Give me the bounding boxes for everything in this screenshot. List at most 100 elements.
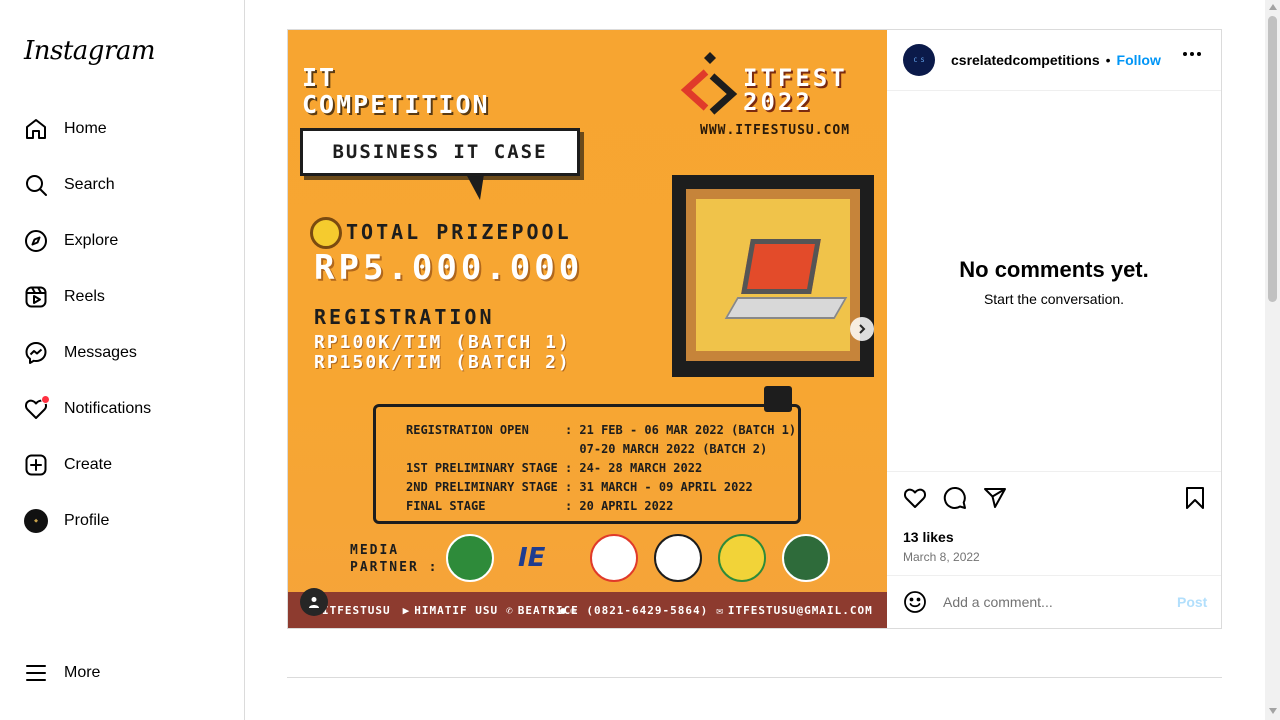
prize-amount: RP5.000.000	[314, 248, 584, 288]
tagged-users-button[interactable]	[300, 588, 328, 616]
laptop-illustration	[672, 175, 874, 377]
messenger-icon	[25, 342, 47, 364]
footer-whatsapp: BEATRICE (0821-6429-5864)	[517, 603, 709, 617]
poster-title-line2: COMPETITION	[302, 90, 490, 119]
svg-text:IE: IE	[518, 543, 546, 573]
empty-comments-subtitle: Start the conversation.	[983, 291, 1125, 307]
instagram-logo[interactable]: Instagram	[24, 36, 156, 66]
sidebar-item-more[interactable]: More	[24, 653, 100, 693]
info-event-logo-icon: IE	[518, 543, 546, 573]
sidebar-item-label: Profile	[64, 512, 110, 529]
sidebar-item-reels[interactable]: Reels	[24, 277, 105, 317]
empty-comments: No comments yet. Start the conversation.	[887, 257, 1221, 307]
chevron-right-icon	[859, 324, 866, 334]
laptop-backdrop	[686, 189, 860, 361]
post-dialog: IT COMPETITION BUSINESS IT CASE ITFEST 2…	[287, 29, 1222, 629]
sidebar-item-label: Reels	[64, 288, 105, 305]
festival-website: WWW.ITFESTUSU.COM	[700, 123, 851, 138]
partner-logo	[718, 534, 766, 582]
feed-divider	[287, 677, 1222, 678]
schedule-box: REGISTRATION OPEN : 21 FEB - 06 MAR 2022…	[373, 404, 801, 524]
home-icon	[26, 119, 46, 139]
comment-input[interactable]	[943, 594, 1163, 610]
footer-email: ITFESTUSU@GMAIL.COM	[727, 603, 873, 617]
registration-label: REGISTRATION	[314, 305, 495, 329]
sidebar-item-label: Search	[64, 176, 115, 193]
user-icon	[309, 597, 319, 608]
poster-speech-bubble: BUSINESS IT CASE	[300, 128, 580, 176]
empty-comments-title: No comments yet.	[959, 257, 1149, 282]
partner-logo	[446, 534, 494, 582]
author-username[interactable]: csrelatedcompetitions	[951, 52, 1100, 68]
comment-icon[interactable]	[943, 486, 967, 510]
carousel-next-button[interactable]	[850, 317, 874, 341]
sidebar-item-profile[interactable]: ◆ Profile	[24, 501, 109, 541]
sidebar-item-label: Notifications	[64, 400, 152, 417]
share-icon[interactable]	[983, 486, 1007, 510]
partner-logo	[654, 534, 702, 582]
like-heart-icon[interactable]	[903, 486, 927, 510]
scroll-up-arrow-icon[interactable]	[1269, 4, 1277, 10]
plus-square-icon	[25, 454, 47, 476]
schedule-row: 07-20 MARCH 2022 (BATCH 2)	[406, 442, 768, 456]
follow-button[interactable]: Follow	[1117, 52, 1161, 68]
media-partner-line1: MEDIA	[350, 543, 400, 558]
festival-year: 2022	[743, 88, 813, 116]
notification-badge-dot	[41, 395, 50, 404]
likes-count[interactable]: 13 likes	[903, 529, 954, 545]
sidebar-item-label: Create	[64, 456, 113, 473]
sidebar-item-label: Home	[64, 120, 107, 137]
bookmark-icon[interactable]	[1183, 486, 1207, 510]
festival-name-line1: ITFEST	[743, 64, 848, 92]
media-partner-label: MEDIA PARTNER :	[350, 542, 438, 576]
sidebar-item-search[interactable]: Search	[24, 165, 115, 205]
footer-instagram: ITFESTUSU	[322, 603, 391, 617]
reels-icon	[25, 286, 47, 308]
carousel-dot	[570, 608, 576, 614]
avatar: ◆	[24, 509, 48, 533]
footer-youtube: HIMATIF USU	[414, 603, 499, 617]
page-scrollbar[interactable]	[1265, 0, 1280, 720]
carousel-dot	[560, 608, 566, 614]
partner-logo	[590, 534, 638, 582]
avatar[interactable]: C S	[903, 44, 935, 76]
search-icon	[26, 175, 47, 196]
schedule-row: FINAL STAGE : 20 APRIL 2022	[406, 499, 674, 513]
itfest-logo-icon	[680, 52, 738, 115]
festival-name: ITFEST 2022	[743, 66, 848, 114]
sidebar-item-explore[interactable]: Explore	[24, 221, 118, 261]
mail-icon: ✉	[716, 603, 724, 617]
separator-dot: •	[1105, 52, 1111, 68]
heart-icon-wrap	[24, 395, 50, 421]
schedule-row: 1ST PRELIMINARY STAGE : 24- 28 MARCH 202…	[406, 461, 703, 475]
post-header: C S csrelatedcompetitions • Follow	[887, 30, 1221, 91]
prize-label: TOTAL PRIZEPOOL	[346, 220, 572, 244]
sidebar-item-create[interactable]: Create	[24, 445, 112, 485]
sidebar-item-label: More	[64, 664, 101, 681]
sidebar-item-messages[interactable]: Messages	[24, 333, 137, 373]
laptop-screen	[741, 239, 821, 294]
hamburger-menu-icon	[26, 665, 46, 681]
comment-form: Post	[887, 575, 1221, 628]
compass-icon	[25, 230, 47, 252]
sidebar-item-label: Messages	[64, 344, 137, 361]
carousel-indicator	[560, 608, 576, 614]
sidebar-item-notifications[interactable]: Notifications	[24, 389, 151, 429]
scroll-down-arrow-icon[interactable]	[1269, 708, 1277, 714]
schedule-row: REGISTRATION OPEN : 21 FEB - 06 MAR 2022…	[406, 423, 797, 437]
batch2-fee: RP150K/TIM (BATCH 2)	[314, 352, 571, 373]
speech-bubble-tail	[466, 174, 484, 200]
poster-title-line1: IT	[302, 63, 337, 92]
coin-icon	[310, 217, 342, 249]
more-options-icon[interactable]	[1183, 52, 1201, 56]
laptop-keyboard	[724, 297, 848, 319]
media-partner-line2: PARTNER :	[350, 560, 439, 575]
post-actions: 13 likes March 8, 2022	[887, 471, 1221, 575]
post-media[interactable]: IT COMPETITION BUSINESS IT CASE ITFEST 2…	[288, 30, 887, 628]
poster-footer-bar: ITFESTUSU ▶ HIMATIF USU ✆ BEATRICE (0821…	[288, 592, 887, 628]
emoji-icon[interactable]	[903, 590, 927, 614]
scrollbar-thumb[interactable]	[1268, 16, 1277, 302]
sidebar-item-home[interactable]: Home	[24, 109, 107, 149]
post-comment-button[interactable]: Post	[1177, 594, 1207, 610]
youtube-icon: ▶	[402, 603, 411, 617]
